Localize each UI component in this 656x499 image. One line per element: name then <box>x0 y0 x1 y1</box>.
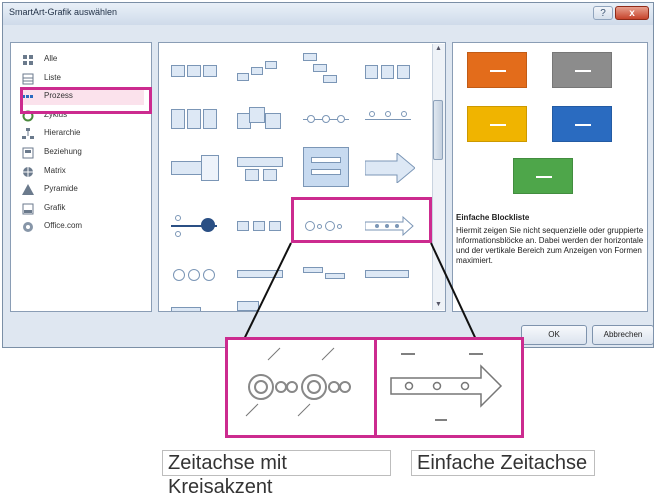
category-item-pyramide[interactable]: Pyramide <box>22 180 144 198</box>
layout-thumbnail[interactable] <box>365 57 413 87</box>
layout-thumbnail[interactable] <box>303 147 351 187</box>
layout-thumbnail[interactable] <box>303 105 351 135</box>
category-item-alle[interactable]: Alle <box>22 50 144 68</box>
category-label: Matrix <box>44 165 66 175</box>
layout-thumbnail[interactable] <box>303 53 351 83</box>
category-item-hierarchie[interactable]: Hierarchie <box>22 124 144 142</box>
category-label: Hierarchie <box>44 128 81 138</box>
layout-thumbnail[interactable] <box>171 57 219 87</box>
callout-basic-timeline <box>374 337 524 438</box>
category-label: Beziehung <box>44 147 82 156</box>
close-button[interactable]: x <box>615 6 649 20</box>
cancel-button[interactable]: Abbrechen <box>592 325 654 345</box>
hierarchy-icon <box>22 127 34 140</box>
scrollbar-thumb[interactable] <box>433 100 443 160</box>
scroll-up-icon[interactable]: ▲ <box>435 45 442 52</box>
picture-icon <box>22 202 34 215</box>
category-highlight <box>20 87 152 114</box>
layout-thumbnail[interactable] <box>171 301 219 311</box>
all-icon <box>22 53 34 65</box>
relationship-icon <box>22 146 34 159</box>
preview-block <box>513 158 573 194</box>
layout-thumbnail[interactable] <box>237 105 285 135</box>
layout-thumbnail[interactable] <box>365 105 413 135</box>
layout-thumbnail[interactable] <box>171 261 219 291</box>
preview-block <box>467 52 527 88</box>
category-item-liste[interactable]: Liste <box>22 69 144 87</box>
layout-thumbnail[interactable] <box>237 153 285 183</box>
pyramid-icon <box>22 183 34 196</box>
layout-thumbnail[interactable] <box>171 105 219 135</box>
preview-description: Hiermit zeigen Sie nicht sequenzielle od… <box>456 226 644 265</box>
category-item-beziehung[interactable]: Beziehung <box>22 143 144 161</box>
layout-thumbnail[interactable] <box>237 57 285 87</box>
category-label: Pyramide <box>44 184 78 194</box>
window-title: SmartArt-Grafik auswählen <box>9 7 118 17</box>
list-icon <box>22 72 34 85</box>
scroll-down-icon[interactable]: ▼ <box>435 301 442 308</box>
preview-block <box>467 106 527 142</box>
category-item-grafik[interactable]: Grafik <box>22 199 144 217</box>
callout-circle-accent-timeline <box>225 337 377 438</box>
preview-block <box>552 52 612 88</box>
category-label: Liste <box>44 72 61 82</box>
layout-thumbnail[interactable] <box>237 211 285 241</box>
preview-title: Einfache Blockliste <box>456 213 530 222</box>
category-label: Grafik <box>44 202 66 212</box>
layout-highlight <box>291 197 432 243</box>
category-label: Alle <box>44 54 58 63</box>
ok-button[interactable]: OK <box>521 325 587 345</box>
help-button[interactable]: ? <box>593 6 613 20</box>
category-item-office-com[interactable]: Office.com <box>22 217 144 235</box>
caption-basic-timeline: Einfache Zeitachse <box>411 450 595 476</box>
category-item-matrix[interactable]: Matrix <box>22 162 144 180</box>
preview-block <box>552 106 612 142</box>
caption-circle-accent-timeline: Zeitachse mit Kreisakzent <box>162 450 391 498</box>
layout-gallery <box>158 42 446 312</box>
layout-thumbnail[interactable] <box>364 151 416 185</box>
title-bar: SmartArt-Grafik auswählen ? x <box>3 3 653 25</box>
layout-thumbnail[interactable] <box>171 151 221 185</box>
globe-icon <box>22 220 34 233</box>
matrix-icon <box>22 165 34 177</box>
category-label: Office.com <box>44 221 83 231</box>
layout-thumbnail[interactable] <box>303 261 351 291</box>
layout-thumbnail[interactable] <box>365 261 413 291</box>
layout-thumbnail[interactable] <box>171 211 219 241</box>
